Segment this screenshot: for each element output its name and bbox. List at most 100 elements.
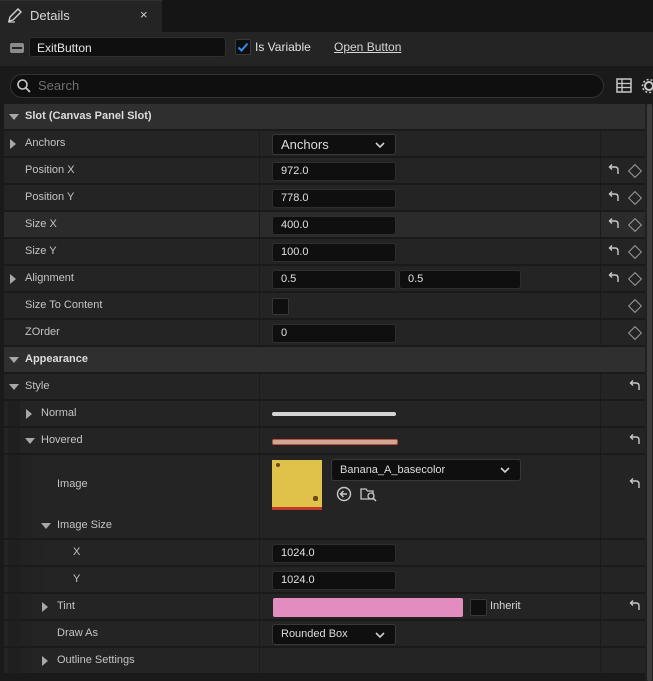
property-row-tint: Tint Inherit — [4, 594, 645, 620]
property-label: Outline Settings — [57, 654, 135, 666]
image-asset-value: Banana_A_basecolor — [340, 464, 446, 476]
expand-arrow-icon[interactable] — [26, 409, 32, 419]
property-label: Image Size — [57, 519, 113, 531]
details-tab[interactable] — [0, 0, 162, 33]
reset-arrow-icon[interactable] — [607, 163, 621, 177]
collapse-arrow-icon[interactable] — [41, 523, 51, 529]
open-button-link[interactable]: Open Button — [334, 40, 401, 54]
property-label: Size Y — [25, 245, 57, 257]
keyframe-diamond-icon[interactable] — [627, 190, 643, 206]
reset-arrow-icon[interactable] — [607, 271, 621, 285]
hovered-brush-swatch[interactable] — [272, 439, 398, 445]
reset-arrow-icon[interactable] — [628, 477, 642, 491]
table-view-icon[interactable] — [616, 78, 632, 96]
image-size-y-field[interactable]: 1024.0 — [272, 571, 396, 590]
property-row-position-x: Position X 972.0 — [4, 158, 645, 184]
property-row-image-size-y: Y 1024.0 — [4, 567, 645, 593]
is-variable-checkbox[interactable] — [235, 39, 251, 55]
property-label: Image — [57, 478, 88, 490]
chevron-down-icon — [375, 142, 385, 149]
search-icon — [16, 78, 32, 97]
gear-icon[interactable] — [640, 78, 653, 97]
anchors-value: Anchors — [281, 137, 329, 152]
property-label: X — [73, 546, 81, 558]
size-x-field[interactable]: 400.0 — [272, 216, 396, 235]
reset-arrow-icon[interactable] — [607, 217, 621, 231]
property-label: Tint — [57, 600, 75, 612]
property-label: Anchors — [25, 137, 66, 149]
property-row-style: Style — [4, 374, 645, 400]
keyframe-diamond-icon[interactable] — [627, 217, 643, 233]
collapse-arrow-icon[interactable] — [25, 438, 35, 444]
button-widget-icon — [10, 43, 24, 53]
close-icon[interactable]: × — [140, 7, 148, 22]
chevron-down-icon — [500, 467, 510, 474]
property-label: Position Y — [25, 191, 75, 203]
alignment-x-field[interactable]: 0.5 — [272, 270, 396, 289]
search-input[interactable] — [10, 74, 604, 98]
reset-arrow-icon[interactable] — [607, 190, 621, 204]
zorder-field[interactable]: 0 — [272, 324, 396, 343]
property-row-outline-settings: Outline Settings — [4, 648, 645, 674]
is-variable-label: Is Variable — [255, 40, 311, 54]
draw-as-dropdown[interactable]: Rounded Box — [272, 624, 396, 645]
property-label: Position X — [25, 164, 75, 176]
property-row-image-size: Image Size — [4, 513, 645, 539]
property-row-normal: Normal — [4, 401, 645, 427]
reset-arrow-icon[interactable] — [628, 379, 642, 393]
collapse-arrow-icon[interactable] — [9, 114, 19, 120]
position-y-field[interactable]: 778.0 — [272, 189, 396, 208]
widget-name-input[interactable]: ExitButton — [29, 37, 226, 57]
use-selected-asset-icon[interactable] — [336, 486, 352, 502]
size-y-field[interactable]: 100.0 — [272, 243, 396, 262]
keyframe-diamond-icon[interactable] — [627, 271, 643, 287]
property-row-size-x: Size X 400.0 — [4, 212, 645, 238]
property-label: Style — [25, 380, 50, 392]
keyframe-diamond-icon[interactable] — [627, 163, 643, 179]
property-row-hovered: Hovered — [4, 428, 645, 454]
property-row-anchors: Anchors Anchors — [4, 131, 645, 157]
size-to-content-checkbox[interactable] — [272, 298, 289, 315]
property-label: Hovered — [41, 434, 83, 446]
keyframe-diamond-icon[interactable] — [627, 325, 643, 341]
reset-arrow-icon[interactable] — [607, 244, 621, 258]
category-label: Slot (Canvas Panel Slot) — [25, 110, 152, 122]
property-row-zorder: ZOrder 0 — [4, 320, 645, 346]
keyframe-diamond-icon[interactable] — [627, 244, 643, 260]
property-label: ZOrder — [25, 326, 60, 338]
alignment-y-field[interactable]: 0.5 — [399, 270, 521, 289]
tint-color-swatch[interactable] — [273, 598, 463, 617]
expand-arrow-icon[interactable] — [42, 602, 48, 612]
collapse-arrow-icon[interactable] — [9, 357, 19, 363]
property-row-draw-as: Draw As Rounded Box — [4, 621, 645, 647]
expand-arrow-icon[interactable] — [10, 274, 16, 284]
image-thumbnail[interactable] — [272, 460, 322, 510]
property-label: Alignment — [25, 272, 74, 284]
reset-arrow-icon[interactable] — [628, 433, 642, 447]
position-x-field[interactable]: 972.0 — [272, 162, 396, 181]
property-label: Normal — [41, 407, 77, 419]
category-label: Appearance — [25, 353, 88, 365]
property-label: Size To Content — [25, 299, 103, 311]
image-asset-dropdown[interactable]: Banana_A_basecolor — [331, 459, 521, 481]
inherit-label: Inherit — [490, 600, 521, 612]
category-slot[interactable]: Slot (Canvas Panel Slot) — [4, 104, 645, 130]
expand-arrow-icon[interactable] — [42, 656, 48, 666]
image-size-x-field[interactable]: 1024.0 — [272, 544, 396, 563]
property-row-image-size-x: X 1024.0 — [4, 540, 645, 566]
expand-arrow-icon[interactable] — [10, 139, 16, 149]
browse-asset-icon[interactable] — [360, 486, 378, 502]
property-row-image: Image Banana_A_basecolor — [4, 455, 645, 514]
property-row-size-y: Size Y 100.0 — [4, 239, 645, 265]
property-row-position-y: Position Y 778.0 — [4, 185, 645, 211]
collapse-arrow-icon[interactable] — [9, 384, 19, 390]
reset-arrow-icon[interactable] — [628, 599, 642, 613]
category-appearance[interactable]: Appearance — [4, 347, 645, 373]
keyframe-diamond-icon[interactable] — [627, 298, 643, 314]
anchors-dropdown[interactable]: Anchors — [272, 134, 396, 155]
normal-brush-swatch[interactable] — [272, 412, 396, 416]
inherit-checkbox[interactable] — [470, 599, 487, 616]
property-row-alignment: Alignment 0.5 0.5 — [4, 266, 645, 292]
property-label: Size X — [25, 218, 57, 230]
scrollbar-thumb[interactable] — [647, 104, 652, 681]
